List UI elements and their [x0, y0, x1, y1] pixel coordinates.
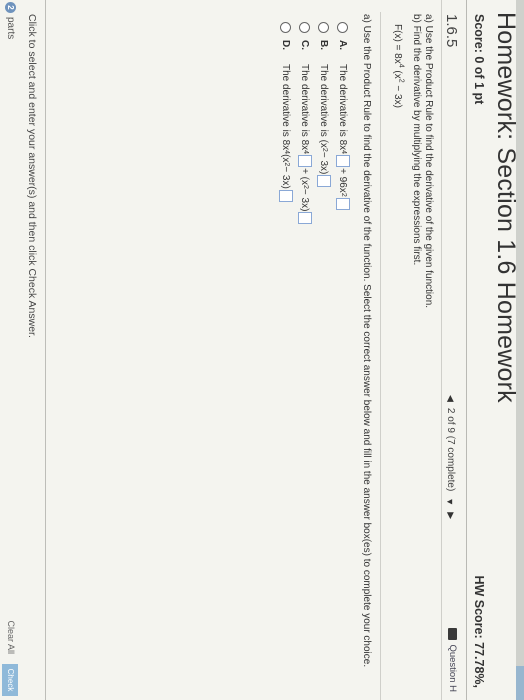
option-text: The derivative is 8x — [280, 64, 292, 151]
part-a-instruction: a) Use the Product Rule to find the deri… — [361, 14, 372, 668]
question-progress[interactable]: 2 of 9 (7 complete) — [445, 408, 456, 491]
option-a[interactable]: A. The derivative is 8x 4 + 96x 2 — [336, 22, 350, 211]
homework-page: Homework: Section 1.6 Homework Score: 0 … — [0, 0, 524, 700]
next-question-icon[interactable]: ▶ — [445, 512, 456, 519]
score-label: Score: 0 of 1 pt — [472, 14, 486, 105]
parts-label: parts — [5, 17, 16, 40]
option-text: (x — [280, 154, 292, 163]
clear-all-button[interactable]: Clear All — [6, 620, 16, 654]
fn-prefix: F(x) = 8x — [392, 24, 403, 64]
parts-indicator[interactable]: 2 parts — [5, 2, 16, 39]
radio-d[interactable] — [280, 22, 292, 33]
fn-mid: (x — [392, 67, 403, 79]
problem-line-a: a) Use the Product Rule to find the deri… — [423, 14, 434, 309]
answer-box[interactable] — [298, 212, 312, 225]
radio-b[interactable] — [318, 22, 330, 33]
question-help-button[interactable]: Question H — [447, 628, 458, 692]
check-answer-button[interactable]: Check Ans — [2, 664, 18, 696]
problem-function: F(x) = 8x4 (x2 − 3x) — [392, 24, 404, 108]
answer-box[interactable] — [336, 197, 350, 210]
option-text: The derivative is (x — [318, 64, 330, 148]
option-text: − 3x) — [318, 151, 330, 175]
list-icon — [448, 628, 457, 641]
answer-box[interactable] — [317, 175, 331, 188]
parts-count: 2 — [5, 2, 16, 13]
prev-question-icon[interactable]: ◀ — [445, 395, 456, 402]
problem-line-b: b) Find the derivative by multiplying th… — [411, 14, 422, 266]
answer-box[interactable] — [279, 189, 293, 202]
option-letter: D. — [280, 40, 292, 50]
radio-c[interactable] — [299, 22, 311, 33]
option-b[interactable]: B. The derivative is (x 2 − 3x) — [317, 22, 331, 188]
question-number: 1.6.5 — [443, 14, 460, 48]
option-text: − 3x) — [280, 166, 292, 189]
divider — [45, 0, 46, 700]
radio-a[interactable] — [337, 22, 349, 33]
option-c[interactable]: C. The derivative is 8x 4 + (x 2 − 3x) — [298, 22, 312, 225]
corner-badge[interactable] — [516, 666, 524, 700]
question-help-label: Question H — [447, 644, 458, 692]
dropdown-icon[interactable]: ▼ — [446, 497, 456, 506]
page-title: Homework: Section 1.6 Homework — [492, 12, 520, 403]
option-letter: B. — [318, 40, 330, 50]
option-text: + (x — [299, 168, 311, 186]
option-text: + 96x — [337, 168, 349, 193]
divider — [441, 0, 442, 700]
answer-box[interactable] — [298, 155, 312, 168]
option-letter: C. — [299, 40, 311, 50]
option-letter: A. — [337, 40, 349, 50]
footer-instruction: Click to select and enter your answer(s)… — [26, 14, 38, 338]
divider — [380, 12, 381, 700]
option-d[interactable]: D. The derivative is 8x 4 (x 2 − 3x) — [279, 22, 293, 203]
fn-suffix: − 3x) — [392, 82, 403, 108]
question-navigator: ◀ 2 of 9 (7 complete) ▼ ▶ — [445, 395, 456, 519]
answer-box[interactable] — [336, 155, 350, 168]
option-text: − 3x) — [299, 188, 311, 212]
hw-score-label: HW Score: 77.78%, — [472, 575, 486, 688]
option-text: The derivative is 8x — [299, 64, 311, 151]
divider — [466, 0, 467, 700]
option-text: The derivative is 8x — [337, 64, 349, 151]
